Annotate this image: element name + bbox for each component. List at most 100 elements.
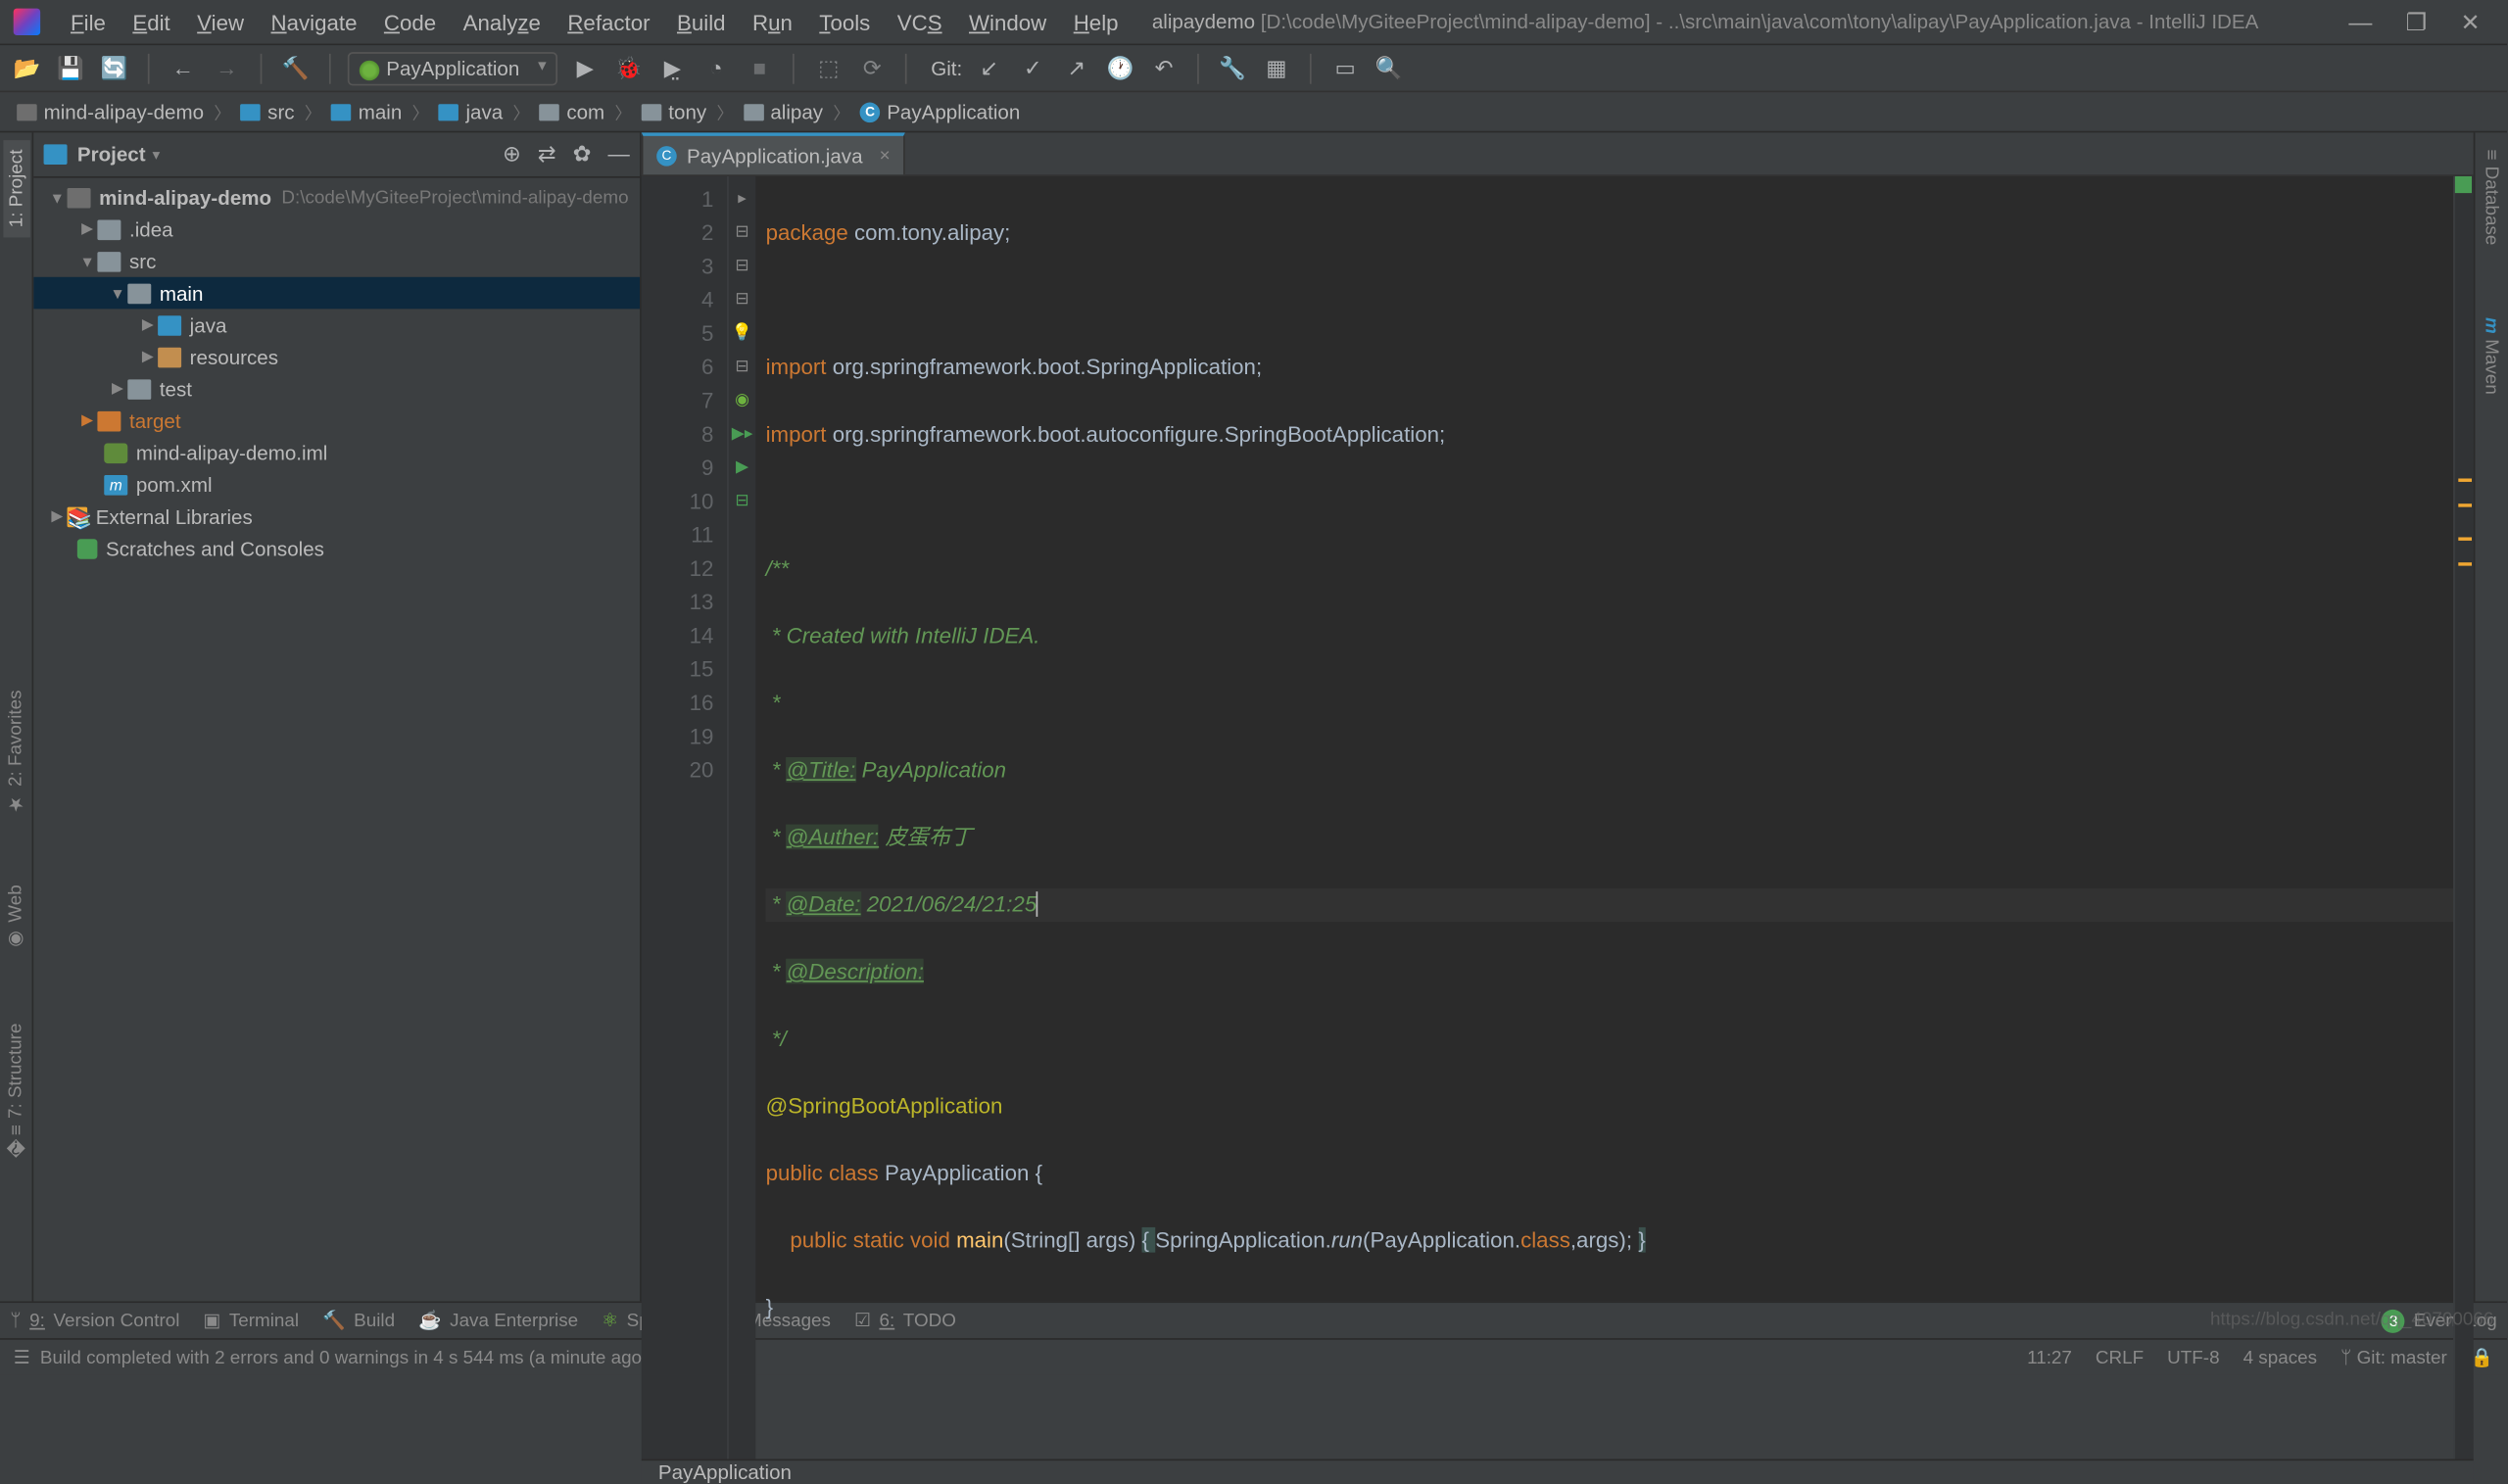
watermark: https://blog.csdn.net/qq_40700066 (2210, 1310, 2493, 1330)
tab-maven[interactable]: mMaven (2478, 307, 2504, 406)
crumb-root[interactable]: mind-alipay-demo (10, 100, 211, 123)
stop-icon[interactable]: ■ (743, 51, 776, 84)
editor-tabs: C PayApplication.java × (642, 132, 2474, 176)
tree-java[interactable]: ▶java (33, 309, 640, 341)
tab-web[interactable]: ◉Web (2, 876, 30, 962)
git-pull-icon[interactable]: ↙ (973, 51, 1006, 84)
line-numbers: 123456789101112131415161920 (642, 176, 729, 1459)
open-icon[interactable]: 📂 (10, 51, 43, 84)
menu-run[interactable]: Run (739, 4, 805, 39)
status-icon[interactable]: ☰ (14, 1347, 30, 1368)
warning-mark[interactable] (2458, 503, 2472, 506)
expand-icon[interactable]: ⇄ (538, 141, 556, 168)
save-icon[interactable]: 💾 (54, 51, 87, 84)
debug-icon[interactable]: 🐞 (612, 51, 646, 84)
crumb-class[interactable]: CPayApplication (853, 100, 1027, 123)
git-commit-icon[interactable]: ✓ (1016, 51, 1049, 84)
nav-breadcrumb: mind-alipay-demo〉 src〉 main〉 java〉 com〉 … (0, 92, 2507, 132)
warning-mark[interactable] (2458, 478, 2472, 481)
git-push-icon[interactable]: ↗ (1060, 51, 1093, 84)
coverage-icon[interactable]: ▶̤ (655, 51, 689, 84)
tree-root[interactable]: ▼mind-alipay-demoD:\code\MyGiteeProject\… (33, 181, 640, 214)
window-title: alipaydemo [D:\code\MyGiteeProject\mind-… (1152, 10, 2258, 33)
menu-code[interactable]: Code (370, 4, 450, 39)
editor-area: C PayApplication.java × 1234567891011121… (642, 132, 2474, 1301)
tool-java-enterprise[interactable]: ☕ Java Enterprise (418, 1310, 578, 1331)
left-tool-strip: 1: Project ★2: Favorites ◉Web �≡7: Struc… (0, 132, 33, 1301)
crumb-src[interactable]: src (234, 100, 302, 123)
forward-icon[interactable]: → (210, 51, 243, 84)
menu-edit[interactable]: Edit (120, 4, 184, 39)
structure-icon[interactable]: ▦ (1260, 51, 1293, 84)
menu-navigate[interactable]: Navigate (258, 4, 370, 39)
menu-help[interactable]: Help (1060, 4, 1132, 39)
tree-resources[interactable]: ▶resources (33, 341, 640, 373)
title-bar: File Edit View Navigate Code Analyze Ref… (0, 0, 2507, 45)
tree-test[interactable]: ▶test (33, 373, 640, 406)
git-history-icon[interactable]: 🕐 (1103, 51, 1136, 84)
project-view-title[interactable]: Project (77, 143, 146, 167)
tab-favorites[interactable]: ★2: Favorites (2, 680, 30, 825)
main-menu: File Edit View Navigate Code Analyze Ref… (57, 4, 1132, 39)
tree-iml[interactable]: mind-alipay-demo.iml (33, 437, 640, 469)
menu-analyze[interactable]: Analyze (450, 4, 555, 39)
tree-pom[interactable]: mpom.xml (33, 468, 640, 501)
menu-tools[interactable]: Tools (806, 4, 884, 39)
hide-panel-icon[interactable]: — (607, 141, 629, 168)
toolbar: 📂 💾 🔄 ← → 🔨 PayApplication ▶ 🐞 ▶̤ ◔ ■ ⬚ … (0, 45, 2507, 92)
tool-terminal[interactable]: ▣ Terminal (203, 1310, 299, 1331)
settings-icon[interactable]: 🔧 (1216, 51, 1249, 84)
editor-body[interactable]: 123456789101112131415161920 ▸⊟⊟⊟💡⊟◉▶▸▶ ⊟… (642, 176, 2474, 1459)
warning-mark[interactable] (2458, 537, 2472, 540)
project-panel: Project ▾ ⊕ ⇄ ✿ — ▼mind-alipay-demoD:\co… (33, 132, 641, 1301)
crumb-com[interactable]: com (533, 100, 611, 123)
run-icon[interactable]: ▶ (568, 51, 602, 84)
back-icon[interactable]: ← (167, 51, 200, 84)
editor-tab-payapplication[interactable]: C PayApplication.java × (642, 132, 905, 174)
menu-build[interactable]: Build (663, 4, 739, 39)
git-revert-icon[interactable]: ↶ (1147, 51, 1181, 84)
tree-scratches[interactable]: Scratches and Consoles (33, 532, 640, 564)
build-icon[interactable]: 🔨 (279, 51, 313, 84)
tab-structure[interactable]: �≡7: Structure (2, 1012, 30, 1167)
menu-file[interactable]: File (57, 4, 119, 39)
search-icon[interactable]: 🔍 (1372, 51, 1405, 84)
attach-icon[interactable]: ⬚ (812, 51, 845, 84)
update-icon[interactable]: ⟳ (855, 51, 889, 84)
panel-settings-icon[interactable]: ✿ (573, 141, 592, 168)
menu-window[interactable]: Window (955, 4, 1060, 39)
code-content[interactable]: package com.tony.alipay; import org.spri… (755, 176, 2453, 1459)
tree-main[interactable]: ▼main (33, 277, 640, 310)
crumb-java[interactable]: java (432, 100, 509, 123)
run-config-selector[interactable]: PayApplication (348, 51, 558, 84)
profile-icon[interactable]: ◔ (699, 51, 733, 84)
project-tree[interactable]: ▼mind-alipay-demoD:\code\MyGiteeProject\… (33, 178, 640, 1302)
error-stripe[interactable] (2453, 176, 2474, 1459)
tree-src[interactable]: ▼src (33, 245, 640, 277)
close-button[interactable]: ✕ (2460, 8, 2480, 36)
editor-breadcrumb[interactable]: PayApplication (642, 1459, 2474, 1484)
tree-external-libs[interactable]: ▶📚External Libraries (33, 501, 640, 533)
sync-icon[interactable]: 🔄 (97, 51, 130, 84)
menu-refactor[interactable]: Refactor (555, 4, 664, 39)
locate-icon[interactable]: ⊕ (503, 141, 521, 168)
minimize-button[interactable]: — (2348, 8, 2372, 36)
warning-mark[interactable] (2458, 562, 2472, 565)
menu-vcs[interactable]: VCS (884, 4, 955, 39)
lock-icon[interactable]: 🔒 (2471, 1347, 2493, 1368)
crumb-tony[interactable]: tony (635, 100, 713, 123)
close-tab-icon[interactable]: × (880, 145, 891, 166)
tool-version-control[interactable]: ᛘ 9: Version Control (10, 1311, 179, 1331)
tree-idea[interactable]: ▶.idea (33, 214, 640, 246)
tool-build[interactable]: 🔨 Build (322, 1310, 395, 1331)
project-panel-header: Project ▾ ⊕ ⇄ ✿ — (33, 132, 640, 177)
tree-target[interactable]: ▶target (33, 405, 640, 437)
tab-database[interactable]: ≡Database (2478, 139, 2504, 256)
ide-logo (14, 9, 40, 35)
screen-icon[interactable]: ▭ (1328, 51, 1362, 84)
crumb-main[interactable]: main (324, 100, 409, 123)
maximize-button[interactable]: ❐ (2406, 8, 2428, 36)
tab-project[interactable]: 1: Project (3, 139, 29, 237)
crumb-alipay[interactable]: alipay (737, 100, 830, 123)
menu-view[interactable]: View (183, 4, 257, 39)
